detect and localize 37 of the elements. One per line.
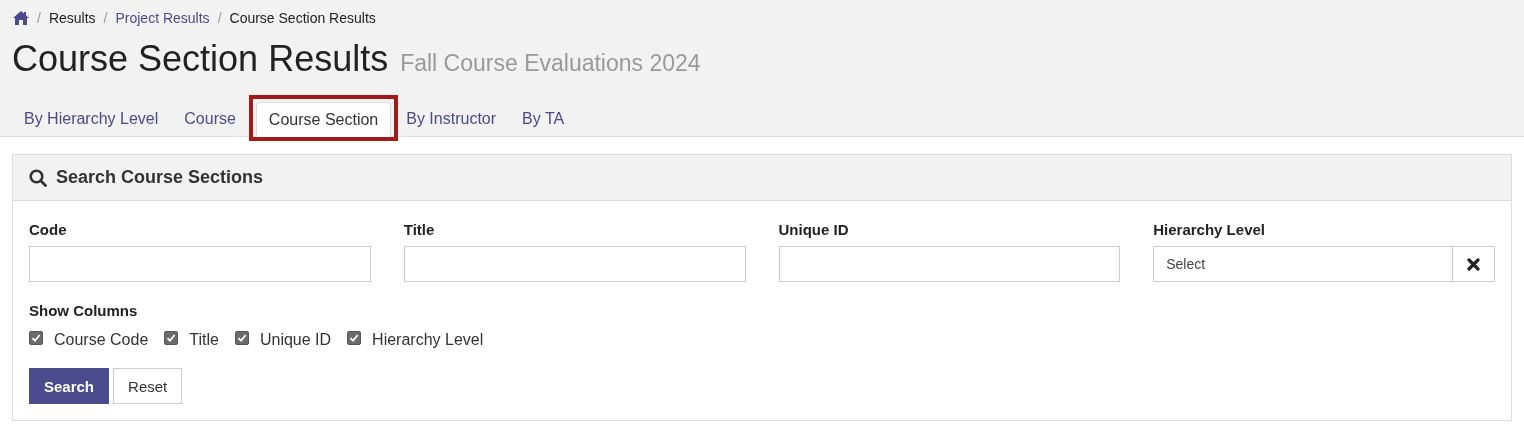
breadcrumb-item: Course Section Results (229, 10, 376, 26)
checkbox[interactable] (29, 331, 43, 345)
page-subtitle: Fall Course Evaluations 2024 (400, 50, 701, 77)
input-field[interactable] (778, 246, 1121, 282)
clear-button[interactable] (1453, 246, 1495, 282)
checkbox[interactable] (234, 331, 249, 345)
close-icon (1467, 257, 1480, 271)
breadcrumb-link[interactable]: Project Results (115, 10, 210, 26)
page-title: Course Section Results (12, 38, 389, 80)
tab[interactable]: By Hierarchy Level (11, 101, 172, 136)
tab[interactable]: By Instructor (393, 101, 510, 136)
select-field[interactable]: Select (1153, 246, 1453, 282)
checkbox[interactable] (164, 331, 179, 345)
checkbox-label: Unique ID (259, 331, 332, 349)
field-label: Title (403, 221, 436, 238)
tab[interactable]: By TA (509, 101, 578, 136)
checkbox-label: Hierarchy Level (372, 331, 484, 349)
breadcrumb-item: Results (48, 10, 96, 26)
breadcrumb-separator: / (37, 10, 41, 26)
checkbox-label: Course Code (54, 331, 149, 349)
field-label: Show Columns (29, 302, 139, 319)
checkbox[interactable] (347, 331, 362, 345)
field-label: Hierarchy Level (1153, 221, 1266, 238)
breadcrumb-separator: / (103, 10, 108, 26)
input-field[interactable] (403, 246, 746, 282)
panel-title: Search Course Sections (56, 167, 264, 188)
field-label: Unique ID (778, 221, 850, 238)
reset-button[interactable]: Reset (113, 368, 183, 404)
search-button[interactable]: Search (29, 368, 110, 404)
field-label: Code (29, 221, 68, 238)
checkbox-label: Title (189, 331, 219, 349)
tab[interactable]: Course (171, 101, 249, 136)
breadcrumb-separator: / (217, 10, 222, 26)
tab[interactable]: Course Section (255, 102, 392, 137)
search-icon (29, 168, 47, 187)
input-field[interactable] (29, 246, 371, 282)
home-icon[interactable] (13, 11, 29, 25)
